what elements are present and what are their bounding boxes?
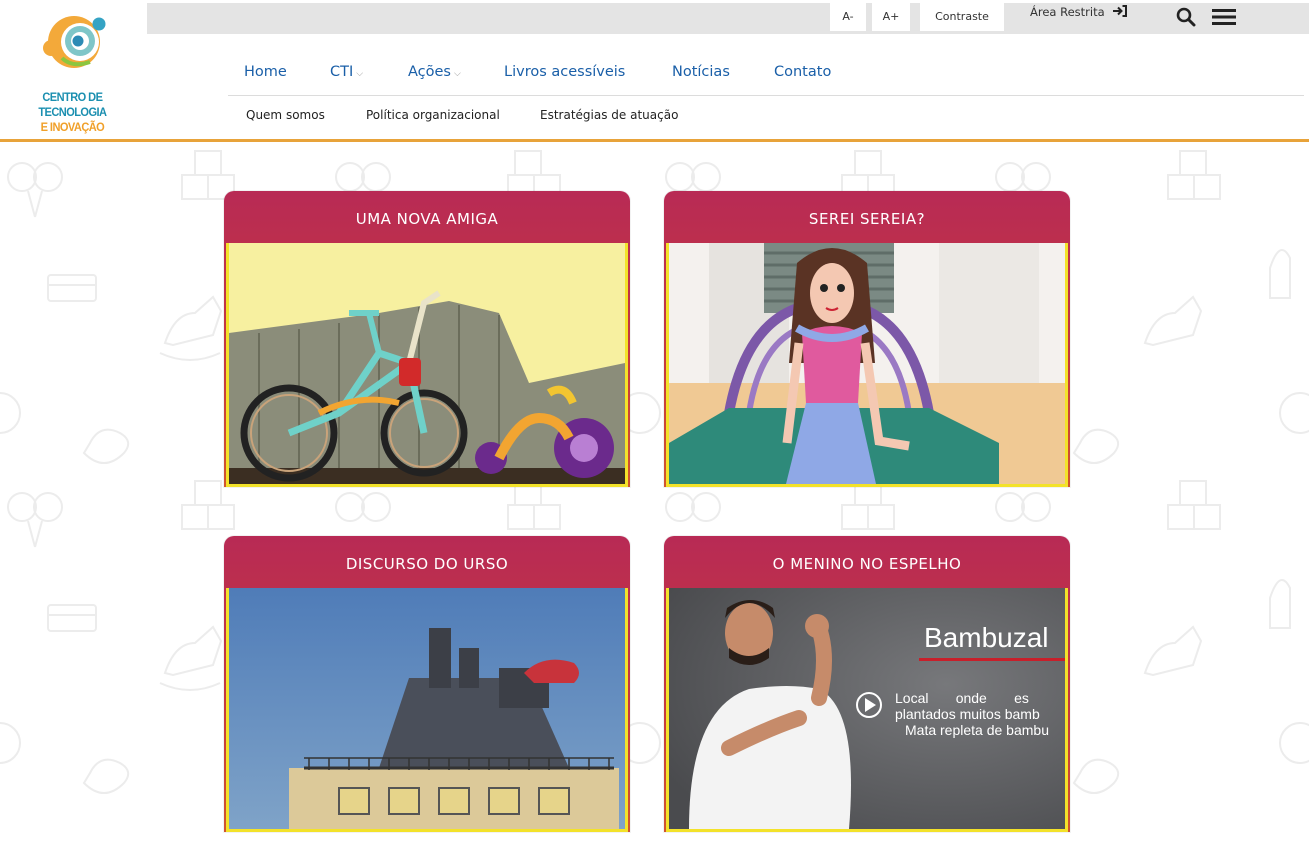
nav-acoes-label: Ações — [408, 64, 451, 80]
background-pattern — [0, 143, 1309, 855]
book-card-title: SEREI SEREIA? — [808, 210, 926, 228]
nav-noticias[interactable]: Notícias — [672, 64, 730, 80]
header-rule — [0, 139, 1309, 142]
contrast-button[interactable]: Contraste — [920, 3, 1004, 31]
nav-livros-acessiveis[interactable]: Livros acessíveis — [504, 64, 625, 80]
book-cover-image[interactable] — [226, 243, 628, 487]
logo-line-2: E INOVAÇÃO — [40, 120, 105, 134]
video-caption-line-3: Mata repleta de bambu — [905, 722, 1049, 738]
video-word-title: Bambuzal — [924, 622, 1049, 653]
sign-language-video[interactable]: Bambuzal Local onde es plantados muitos … — [666, 588, 1068, 832]
book-card-title: O MENINO NO ESPELHO — [772, 555, 962, 573]
nav-divider — [228, 95, 1304, 96]
nav-contato-label: Contato — [774, 64, 832, 80]
logo-mark-icon — [43, 16, 106, 68]
search-icon[interactable] — [1176, 7, 1196, 27]
nav-contato[interactable]: Contato — [774, 64, 831, 80]
font-increase-button[interactable]: A+ — [872, 3, 910, 31]
book-cover-image[interactable] — [666, 243, 1068, 487]
nav-noticias-label: Notícias — [672, 64, 730, 80]
video-caption-line-2: plantados muitos bamb — [895, 706, 1040, 722]
book-cover-image[interactable] — [226, 588, 628, 832]
chevron-down-icon: ⌵ — [356, 69, 364, 79]
sign-in-icon — [1113, 5, 1128, 17]
site-logo[interactable]: CENTRO DE TECNOLOGIA E INOVAÇÃO — [8, 10, 148, 134]
restricted-area-label: Área Restrita — [1030, 5, 1105, 19]
subnav-politica-organizacional[interactable]: Política organizacional — [366, 108, 500, 122]
book-card-discurso-do-urso[interactable]: DISCURSO DO URSO — [224, 536, 630, 832]
nav-cti-label: CTI — [330, 64, 354, 80]
subnav-quem-somos[interactable]: Quem somos — [246, 108, 325, 122]
nav-home-label: Home — [244, 64, 287, 80]
subnav-estrategias-de-atuacao[interactable]: Estratégias de atuação — [540, 108, 678, 122]
nav-acoes[interactable]: Ações ⌵ — [408, 64, 461, 80]
logo-text: CENTRO DE TECNOLOGIA E INOVAÇÃO — [8, 90, 137, 135]
nav-home[interactable]: Home — [244, 64, 287, 80]
nav-cti[interactable]: CTI ⌵ — [330, 64, 363, 80]
chevron-down-icon: ⌵ — [453, 69, 461, 79]
nav-livros-label: Livros acessíveis — [504, 64, 626, 80]
site-header: CENTRO DE TECNOLOGIA E INOVAÇÃO A- A+ Co… — [0, 0, 1309, 143]
book-card-serei-sereia[interactable]: SEREI SEREIA? — [664, 191, 1070, 487]
restricted-area-link[interactable]: Área Restrita — [1030, 5, 1128, 19]
accessibility-bar — [147, 3, 1309, 34]
book-card-title: UMA NOVA AMIGA — [355, 210, 499, 228]
book-card-title: DISCURSO DO URSO — [345, 555, 509, 573]
video-caption-line-1: Local onde es — [895, 690, 1029, 706]
menu-icon[interactable] — [1212, 8, 1236, 26]
logo-line-1: CENTRO DE TECNOLOGIA — [38, 90, 107, 119]
font-decrease-button[interactable]: A- — [830, 3, 866, 31]
book-card-uma-nova-amiga[interactable]: UMA NOVA AMIGA — [224, 191, 630, 487]
book-card-o-menino-no-espelho[interactable]: O MENINO NO ESPELHO Bambuzal Local onde … — [664, 536, 1070, 832]
